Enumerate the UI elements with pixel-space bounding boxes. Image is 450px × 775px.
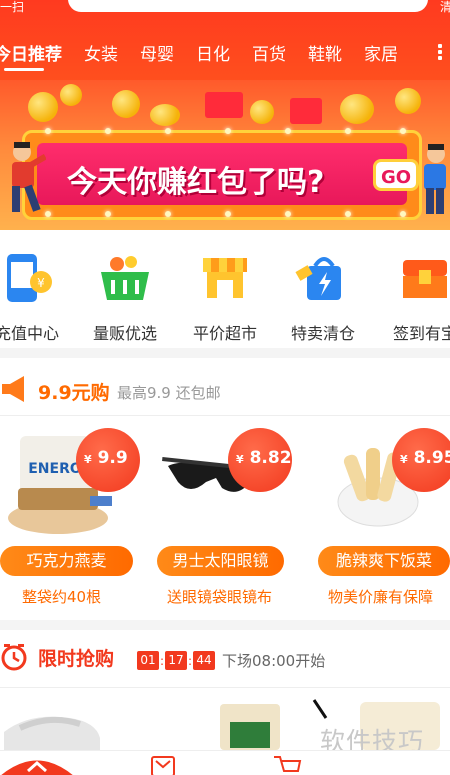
product-desc: 整袋约40根 bbox=[22, 588, 102, 606]
tab-daily-chemicals[interactable]: 日化 bbox=[196, 40, 230, 65]
banner-go-button[interactable]: GO bbox=[373, 159, 419, 191]
tab-general-goods[interactable]: 百货 bbox=[252, 40, 286, 65]
cart-icon[interactable] bbox=[272, 753, 302, 775]
alarm-clock-icon bbox=[1, 644, 27, 671]
cartoon-man-left-icon bbox=[12, 142, 46, 212]
promo-banner[interactable]: 今天你赚红包了吗? GO bbox=[0, 80, 450, 230]
quick-link-clearance[interactable]: 特卖清仓 bbox=[278, 250, 368, 344]
search-bar[interactable] bbox=[68, 0, 428, 12]
svg-text:¥: ¥ bbox=[37, 276, 45, 290]
category-icon[interactable] bbox=[148, 753, 178, 775]
tab-shoes[interactable]: 鞋靴 bbox=[308, 40, 342, 65]
lightning-bag-icon bbox=[295, 257, 341, 300]
scan-label[interactable]: 一扫 bbox=[0, 0, 24, 15]
megaphone-icon bbox=[2, 376, 24, 402]
clear-label[interactable]: 清 bbox=[440, 0, 450, 15]
product-card[interactable]: ENERO ¥ 9.9 巧克力燕麦 整袋约40根 bbox=[0, 418, 150, 618]
timer-minutes: 17 bbox=[165, 651, 187, 670]
quick-link-supermarket[interactable]: 平价超市 bbox=[180, 250, 270, 344]
home-icon[interactable] bbox=[0, 753, 74, 775]
countdown-timer: 01 : 17 : 44 bbox=[137, 651, 215, 670]
product-name: 巧克力燕麦 bbox=[0, 546, 133, 576]
price-badge: ¥ 8.95 bbox=[392, 428, 450, 492]
product-card[interactable]: ¥ 8.82 男士太阳眼镜 送眼镜袋眼镜布 bbox=[150, 418, 300, 618]
more-categories-icon[interactable] bbox=[438, 42, 448, 62]
product-list-99: ENERO ¥ 9.9 巧克力燕麦 整袋约40根 ¥ 8.82 男士太阳眼镜 送… bbox=[0, 418, 450, 618]
category-tabs: 今日推荐 女装 母婴 日化 百货 鞋靴 家居 bbox=[0, 40, 420, 65]
product-desc: 送眼镜袋眼镜布 bbox=[167, 588, 273, 606]
section-divider bbox=[0, 348, 450, 358]
section-99-title: 9.9元购 bbox=[38, 382, 110, 404]
basket-icon bbox=[101, 256, 149, 300]
tab-women-clothing[interactable]: 女装 bbox=[84, 40, 118, 65]
cursor-mark-icon bbox=[312, 699, 328, 719]
cartoon-man-right-icon bbox=[424, 144, 446, 214]
product-card[interactable]: ¥ 8.95 脆辣爽下饭菜 物美价廉有保障 bbox=[300, 418, 450, 618]
price-badge: ¥ 8.82 bbox=[228, 428, 292, 492]
banner-marquee: 今天你赚红包了吗? GO bbox=[22, 128, 422, 220]
next-session-text: 下场08:00开始 bbox=[222, 652, 326, 670]
product-name: 脆辣爽下饭菜 bbox=[318, 546, 450, 576]
tab-home[interactable]: 家居 bbox=[364, 40, 398, 65]
timer-seconds: 44 bbox=[193, 651, 215, 670]
product-desc: 物美价廉有保障 bbox=[328, 588, 434, 606]
active-tab-indicator bbox=[4, 68, 44, 71]
product-name: 男士太阳眼镜 bbox=[157, 546, 284, 576]
snack-bag-image[interactable] bbox=[216, 704, 286, 750]
phone-recharge-icon: ¥ bbox=[7, 254, 52, 302]
quick-link-checkin[interactable]: 签到有宝 bbox=[380, 250, 450, 344]
section-divider bbox=[0, 620, 450, 630]
timer-hours: 01 bbox=[137, 651, 159, 670]
flash-sale-header[interactable]: 限时抢购 01 : 17 : 44 下场08:00开始 bbox=[0, 630, 450, 688]
treasure-chest-icon bbox=[403, 260, 447, 298]
quick-links: ¥ 充值中心 量贩优选 平价超市 特卖清仓 签到有宝 bbox=[0, 250, 450, 345]
quick-link-bulk-select[interactable]: 量贩优选 bbox=[80, 250, 170, 344]
flash-sale-title: 限时抢购 bbox=[38, 648, 115, 670]
section-99-subtitle: 最高9.9 还包邮 bbox=[117, 384, 221, 402]
quick-link-recharge[interactable]: ¥ 充值中心 bbox=[0, 250, 72, 344]
store-icon bbox=[203, 258, 247, 298]
slipper-image[interactable] bbox=[0, 702, 110, 750]
tab-today-recommend[interactable]: 今日推荐 bbox=[0, 40, 62, 65]
banner-headline: 今天你赚红包了吗? bbox=[67, 165, 325, 200]
section-99-header[interactable]: 9.9元购 最高9.9 还包邮 bbox=[0, 360, 450, 416]
top-header: 一扫 清 今日推荐 女装 母婴 日化 百货 鞋靴 家居 bbox=[0, 0, 450, 80]
price-badge: ¥ 9.9 bbox=[76, 428, 140, 492]
bottom-nav bbox=[0, 750, 450, 775]
tab-mother-baby[interactable]: 母婴 bbox=[140, 40, 174, 65]
svg-text:ENERO: ENERO bbox=[28, 461, 82, 477]
